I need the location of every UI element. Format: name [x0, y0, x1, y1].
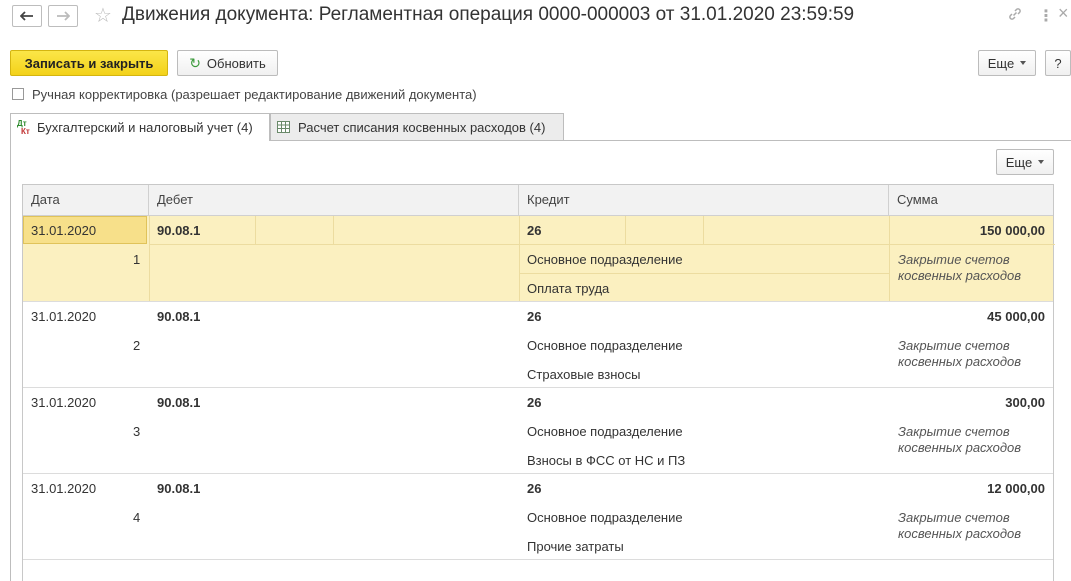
row-credit-subconto-1: Основное подразделение [527, 510, 683, 525]
tab-accounting-label: Бухгалтерский и налоговый учет (4) [37, 120, 253, 135]
row-description: Закрытие счетов косвенных расходов [898, 252, 1022, 283]
row-description: Закрытие счетов косвенных расходов [898, 510, 1022, 541]
back-arrow-icon [20, 11, 33, 21]
movements-table[interactable]: Дата Дебет Кредит Сумма 31.01.2020 1 90.… [22, 184, 1055, 581]
row-credit-subconto-1: Основное подразделение [527, 338, 683, 353]
tab-panel-border [10, 140, 11, 581]
row-date: 31.01.2020 [31, 395, 97, 410]
manual-edit-checkbox[interactable] [12, 88, 24, 100]
tab-accounting[interactable]: Дт Кт Бухгалтерский и налоговый учет (4) [10, 113, 270, 141]
column-header-debit[interactable]: Дебет [149, 185, 519, 215]
more-vertical-icon[interactable]: ⋮ [1038, 6, 1054, 26]
refresh-icon: ↻ [189, 54, 201, 71]
save-and-close-button[interactable]: Записать и закрыть [10, 50, 168, 76]
row-sum: 150 000,00 [979, 223, 1045, 238]
table-row[interactable]: 31.01.2020 2 90.08.1 26 Основное подразд… [23, 302, 1053, 388]
table-header: Дата Дебет Кредит Сумма [23, 185, 1053, 216]
row-credit-subconto-1: Основное подразделение [527, 252, 683, 267]
row-number: 1 [133, 252, 141, 267]
star-icon[interactable]: ☆ [94, 3, 112, 28]
table-more-button[interactable]: Еще [996, 149, 1054, 175]
row-credit: 26 [527, 481, 542, 496]
chevron-down-icon [1020, 61, 1027, 65]
help-button[interactable]: ? [1045, 50, 1071, 76]
forward-button[interactable] [48, 5, 78, 27]
row-sum: 12 000,00 [987, 481, 1045, 496]
row-credit: 26 [527, 395, 542, 410]
row-number: 4 [133, 510, 141, 525]
more-label: Еще [987, 55, 1015, 71]
refresh-label: Обновить [206, 55, 266, 71]
link-icon[interactable] [1007, 6, 1023, 27]
row-number: 3 [133, 424, 141, 439]
chevron-down-icon [1038, 160, 1045, 164]
more-button[interactable]: Еще [978, 50, 1036, 76]
column-header-credit[interactable]: Кредит [519, 185, 889, 215]
table-icon [277, 121, 290, 133]
row-description: Закрытие счетов косвенных расходов [898, 338, 1022, 369]
tab-indirect-costs[interactable]: Расчет списания косвенных расходов (4) [270, 113, 564, 140]
row-credit-subconto-2: Прочие затраты [527, 539, 624, 554]
row-credit-subconto-2: Взносы в ФСС от НС и ПЗ [527, 453, 686, 468]
close-icon[interactable]: × [1058, 3, 1069, 24]
row-date: 31.01.2020 [31, 481, 97, 496]
row-number: 2 [133, 338, 141, 353]
row-debit: 90.08.1 [157, 395, 201, 410]
column-header-date[interactable]: Дата [23, 185, 149, 215]
row-credit: 26 [527, 309, 542, 324]
row-credit-subconto-1: Основное подразделение [527, 424, 683, 439]
row-debit: 90.08.1 [157, 481, 201, 496]
row-credit-subconto-2: Оплата труда [527, 281, 610, 296]
page-title: Движения документа: Регламентная операци… [122, 4, 855, 25]
table-row[interactable]: 31.01.2020 3 90.08.1 26 Основное подразд… [23, 388, 1053, 474]
column-header-sum[interactable]: Сумма [889, 185, 1055, 215]
row-debit: 90.08.1 [157, 309, 201, 324]
dt-kt-icon: Дт Кт [17, 118, 30, 136]
row-sum: 300,00 [1005, 395, 1045, 410]
table-row[interactable]: 31.01.2020 4 90.08.1 26 Основное подразд… [23, 474, 1053, 560]
refresh-button[interactable]: ↻ Обновить [177, 50, 278, 76]
row-credit-subconto-2: Страховые взносы [527, 367, 641, 382]
table-row[interactable]: 31.01.2020 1 90.08.1 26 Основное подразд… [23, 216, 1055, 302]
tab-indirect-costs-label: Расчет списания косвенных расходов (4) [298, 119, 546, 135]
forward-arrow-icon [57, 11, 70, 21]
row-credit: 26 [527, 223, 542, 238]
manual-edit-label: Ручная корректировка (разрешает редактир… [32, 87, 477, 102]
row-debit: 90.08.1 [157, 223, 201, 238]
row-date: 31.01.2020 [31, 223, 97, 238]
row-description: Закрытие счетов косвенных расходов [898, 424, 1022, 455]
back-button[interactable] [12, 5, 42, 27]
row-sum: 45 000,00 [987, 309, 1045, 324]
table-more-label: Еще [1005, 154, 1033, 170]
row-date: 31.01.2020 [31, 309, 97, 324]
